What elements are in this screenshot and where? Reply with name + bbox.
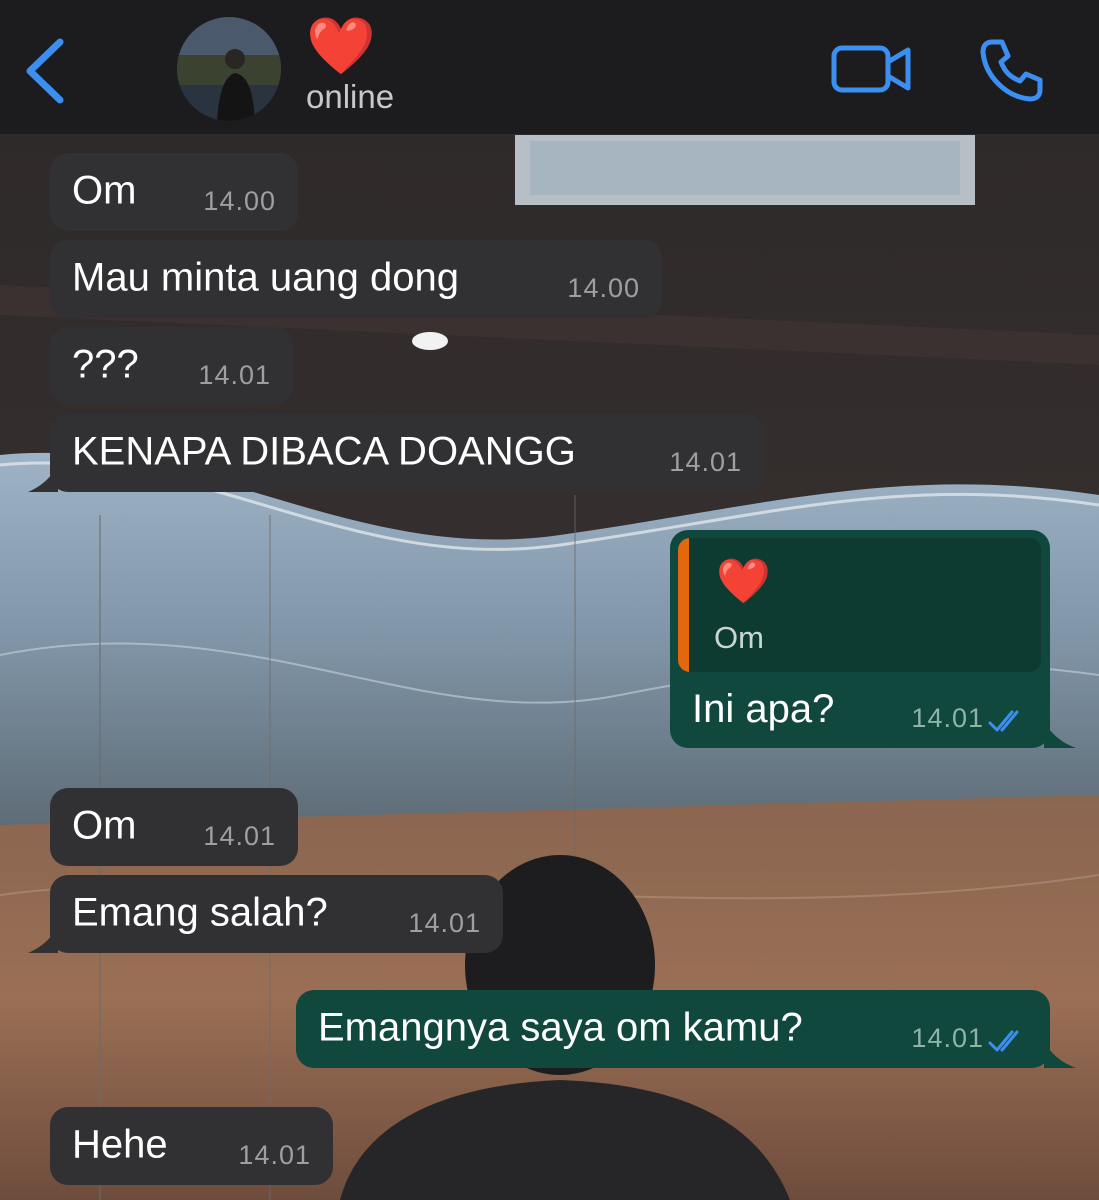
message-text: Emang salah? (72, 890, 328, 935)
quote-text: Om (714, 620, 764, 655)
message-time: 14.01 (911, 1023, 984, 1053)
video-call-button[interactable] (830, 38, 914, 100)
message-text: Emangnya saya om kamu? (318, 1005, 803, 1050)
message-text: Om (72, 168, 137, 213)
double-check-icon (988, 710, 1019, 732)
contact-status: online (306, 78, 395, 115)
incoming-message[interactable]: Mau minta uang dong 14.00 (50, 240, 662, 318)
message-text: Mau minta uang dong (72, 255, 459, 300)
back-button[interactable] (20, 36, 80, 106)
bubble-tail (28, 466, 58, 492)
outgoing-message[interactable]: ❤️ Om Ini apa? 14.01 (670, 530, 1076, 748)
message-time: 14.01 (911, 703, 984, 733)
quote-sender: ❤️ (716, 557, 771, 606)
avatar-image (177, 17, 281, 121)
chat-header: ❤️ online (0, 0, 1099, 135)
incoming-message[interactable]: KENAPA DIBACA DOANGG 14.01 (28, 414, 764, 492)
message-time: 14.01 (203, 821, 276, 851)
double-check-icon (988, 1030, 1019, 1052)
video-camera-icon (831, 45, 911, 93)
message-text: Hehe (72, 1122, 168, 1167)
quoted-message[interactable]: ❤️ Om (678, 538, 1041, 672)
message-text: Ini apa? (692, 687, 835, 731)
message-time: 14.00 (203, 186, 276, 216)
quote-accent-bar (678, 538, 689, 672)
incoming-message[interactable]: ??? 14.01 (50, 327, 293, 405)
incoming-message[interactable]: Om 14.01 (50, 788, 298, 866)
message-time: 14.01 (198, 360, 271, 390)
contact-avatar[interactable] (177, 17, 281, 121)
message-time: 14.01 (238, 1140, 311, 1170)
incoming-message[interactable]: Hehe 14.01 (50, 1107, 333, 1185)
bubble-tail (1044, 722, 1076, 748)
message-time: 14.00 (567, 273, 640, 303)
voice-call-button[interactable] (978, 36, 1046, 104)
outgoing-message[interactable]: Emangnya saya om kamu? 14.01 (296, 990, 1076, 1068)
message-text: Om (72, 803, 137, 848)
bubble-tail (28, 927, 58, 953)
message-text: ??? (72, 342, 139, 387)
bubble-tail (1044, 1042, 1076, 1068)
incoming-message[interactable]: Emang salah? 14.01 (28, 875, 503, 953)
message-time: 14.01 (669, 447, 742, 477)
message-time: 14.01 (408, 908, 481, 938)
chat-screen: ❤️ online Om 14.00 Mau minta uang dong 1… (0, 0, 1099, 1200)
incoming-message[interactable]: Om 14.00 (50, 153, 298, 231)
phone-icon (980, 39, 1043, 102)
message-text: KENAPA DIBACA DOANGG (72, 429, 576, 474)
chevron-left-icon (26, 38, 64, 104)
contact-name[interactable]: ❤️ (306, 14, 376, 78)
